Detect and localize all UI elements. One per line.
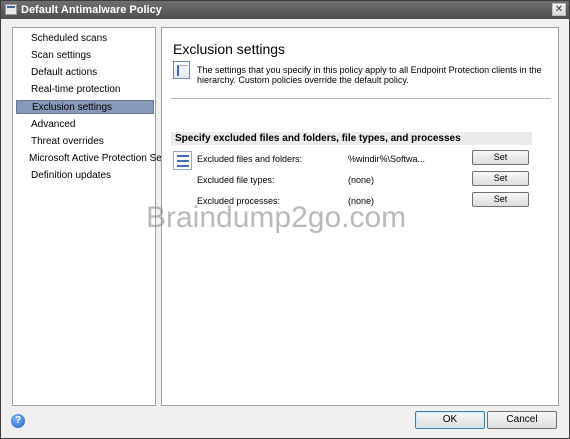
policy-dialog: Default Antimalware Policy ✕ Scheduled s…	[0, 0, 570, 439]
nav-item-exclusion-settings[interactable]: Exclusion settings	[16, 100, 154, 114]
set-excluded-files-button[interactable]: Set	[472, 150, 529, 165]
policy-info-icon	[173, 61, 190, 79]
divider	[171, 98, 551, 99]
nav-item-real-time-protection[interactable]: Real-time protection	[16, 83, 154, 97]
nav-item-maps[interactable]: Microsoft Active Protection Service	[16, 152, 183, 166]
title-bar: Default Antimalware Policy ✕	[1, 1, 569, 19]
watermark: Braindump2go.com	[146, 201, 407, 234]
nav-item-advanced[interactable]: Advanced	[16, 118, 154, 132]
exclusion-list-icon	[173, 151, 192, 170]
excluded-file-types-value: (none)	[348, 175, 375, 185]
help-icon[interactable]: ?	[11, 414, 25, 428]
nav-item-scheduled-scans[interactable]: Scheduled scans	[16, 32, 154, 46]
window-icon	[5, 4, 17, 15]
close-button[interactable]: ✕	[552, 3, 566, 16]
nav-item-scan-settings[interactable]: Scan settings	[16, 49, 154, 63]
excluded-files-label: Excluded files and folders:	[197, 154, 303, 164]
page-title: Exclusion settings	[173, 41, 286, 57]
ok-button[interactable]: OK	[415, 411, 485, 429]
set-excluded-processes-button[interactable]: Set	[472, 192, 529, 207]
nav-item-default-actions[interactable]: Default actions	[16, 66, 154, 80]
nav-item-threat-overrides[interactable]: Threat overrides	[16, 135, 154, 149]
info-text: The settings that you specify in this po…	[197, 65, 542, 85]
window-title: Default Antimalware Policy	[21, 4, 162, 16]
section-header: Specify excluded files and folders, file…	[171, 132, 532, 145]
set-excluded-file-types-button[interactable]: Set	[472, 171, 529, 186]
excluded-files-value: %windir%\Softwa...	[348, 154, 426, 164]
settings-nav: Scheduled scans Scan settings Default ac…	[12, 27, 183, 406]
nav-item-definition-updates[interactable]: Definition updates	[16, 169, 154, 183]
excluded-file-types-label: Excluded file types:	[197, 175, 275, 185]
cancel-button[interactable]: Cancel	[487, 411, 557, 429]
